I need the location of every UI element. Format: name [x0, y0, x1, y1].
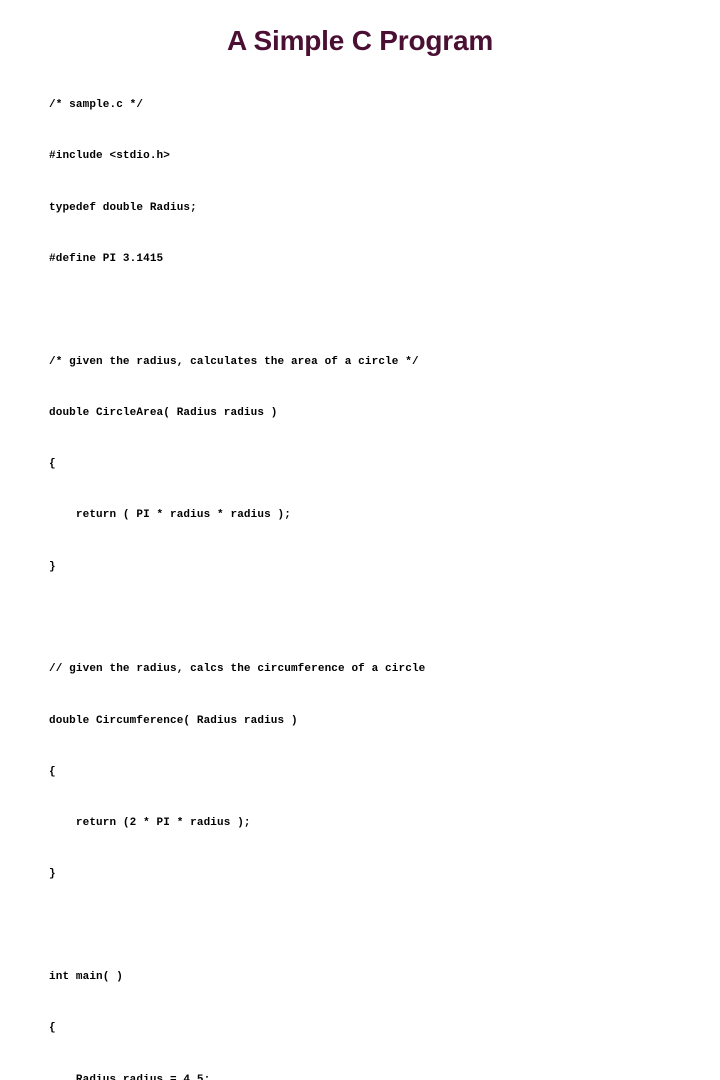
code-line: } — [49, 560, 56, 573]
code-line: { — [49, 458, 56, 471]
code-line: /* sample.c */ — [49, 99, 144, 112]
code-line: return ( PI * radius * radius ); — [49, 509, 291, 522]
code-line: return (2 * PI * radius ); — [49, 817, 251, 830]
code-line: typedef double Radius; — [49, 201, 197, 214]
page-title: A Simple C Program — [226, 25, 494, 56]
code-listing: /* sample.c */ #include <stdio.h> typede… — [49, 63, 709, 1080]
code-line: // given the radius, calcs the circumfer… — [49, 663, 426, 676]
code-line: } — [49, 868, 56, 881]
code-line: Radius radius = 4.5; — [49, 1073, 211, 1080]
code-line: #define PI 3.1415 — [49, 253, 164, 266]
code-line: int main( ) — [49, 970, 123, 983]
code-line: double CircleArea( Radius radius ) — [49, 406, 278, 419]
code-line: /* given the radius, calculates the area… — [49, 355, 419, 368]
code-line: double Circumference( Radius radius ) — [49, 714, 298, 727]
code-line: #include <stdio.h> — [49, 150, 170, 163]
slide-canvas: A Simple C Program /* sample.c */ #inclu… — [0, 0, 720, 1080]
code-line: { — [49, 1022, 56, 1035]
code-line: { — [49, 765, 56, 778]
